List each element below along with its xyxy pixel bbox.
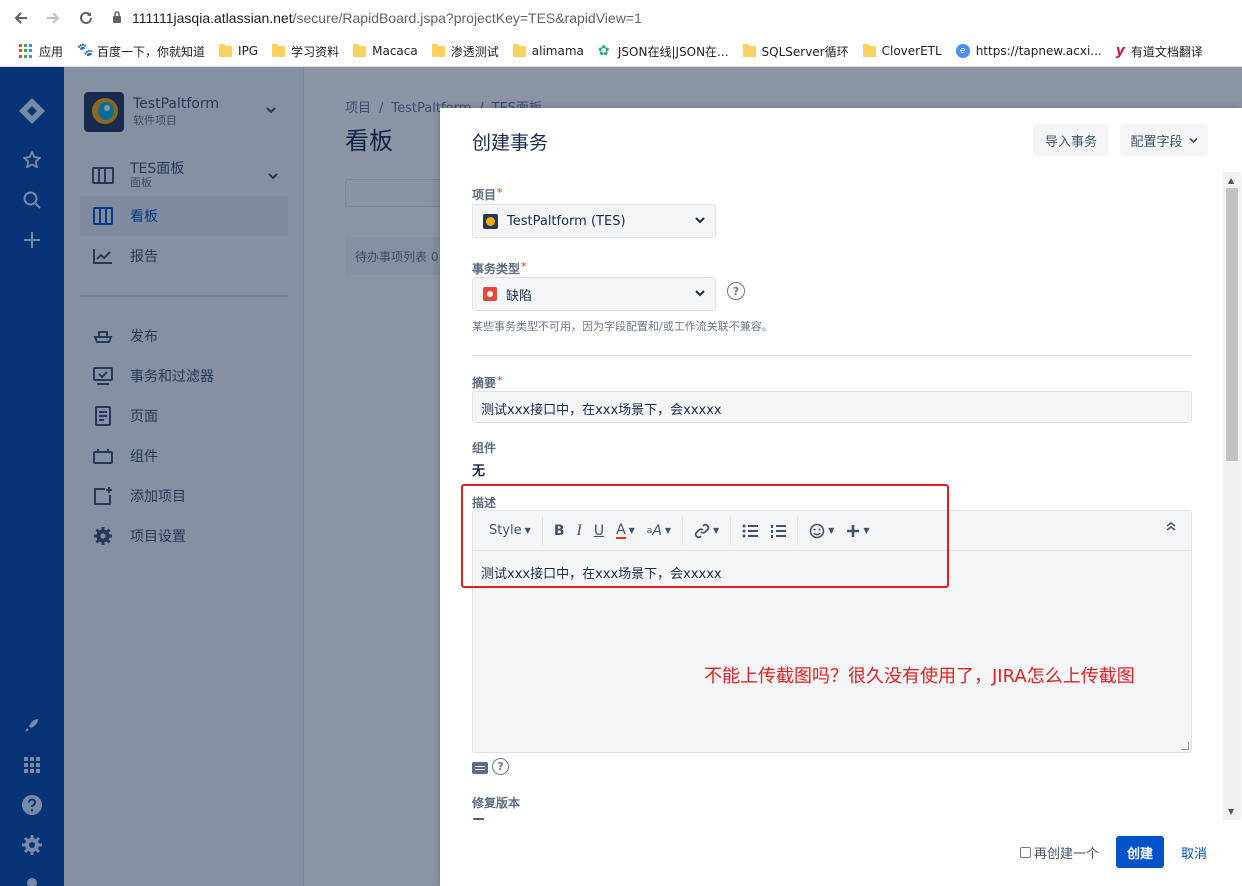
collapse-toolbar-icon[interactable]	[1165, 521, 1177, 534]
issuetype-select-value: 缺陷	[506, 288, 533, 304]
description-text: 测试xxx接口中，在xxx场景下，会xxxxx	[481, 567, 722, 582]
configure-fields-button[interactable]: 配置字段	[1120, 124, 1208, 156]
create-another-checkbox[interactable]: 再创建一个	[1020, 843, 1099, 862]
bookmark-tapnew[interactable]: e https://tapnew.acxi...	[949, 37, 1109, 65]
create-issue-dialog: 创建事务 导入事务 配置字段 项目* TestPaltform (TES) 事务…	[440, 108, 1242, 886]
folder-icon	[431, 43, 445, 57]
wiki-markup-icon[interactable]	[472, 762, 488, 774]
chevron-down-icon	[695, 287, 705, 300]
bookmark-youdao[interactable]: y 有道文档翻译	[1109, 37, 1210, 65]
description-editor[interactable]: Style ▼ B I U A ▼ a A ▼ ▼ ▼ ▼ 测试xxx接口中，在xxx场…	[472, 510, 1192, 753]
youdao-icon: y	[1115, 43, 1125, 59]
help-circle-icon[interactable]: ?	[727, 282, 745, 300]
dialog-scrollbar[interactable]: ▲ ▼	[1223, 172, 1241, 820]
italic-icon[interactable]: I	[570, 517, 587, 545]
folder-icon	[272, 43, 286, 57]
help-circle-icon[interactable]: ?	[492, 758, 509, 775]
address-bar[interactable]: 111111jasqia.atlassian.net/secure/RapidB…	[112, 4, 642, 32]
numbered-list-icon[interactable]	[764, 517, 792, 545]
bookmark-apps[interactable]: 应用	[12, 37, 70, 65]
baidu-paw-icon: 🐾	[77, 43, 94, 58]
bookmark-json[interactable]: ✿ JSON在线|JSON在...	[591, 37, 736, 65]
folder-icon	[742, 43, 756, 57]
bookmark-ipg[interactable]: IPG	[212, 37, 265, 65]
project-avatar-icon	[483, 213, 498, 229]
browser-toolbar: 111111jasqia.atlassian.net/secure/RapidB…	[0, 0, 1242, 36]
underline-icon[interactable]: U	[588, 517, 610, 545]
folder-icon	[862, 43, 876, 57]
checkbox-box[interactable]	[1020, 847, 1031, 858]
bug-icon	[483, 287, 497, 301]
summary-input[interactable]: 测试xxx接口中，在xxx场景下，会xxxxx	[472, 391, 1192, 423]
project-field-label: 项目*	[472, 186, 503, 202]
bookmark-alimama[interactable]: alimama	[506, 37, 591, 65]
dialog-footer: 再创建一个 创建 取消	[440, 820, 1242, 886]
import-issues-button[interactable]: 导入事务	[1033, 124, 1109, 156]
bookmark-macaca[interactable]: Macaca	[346, 37, 425, 65]
bookmark-clover[interactable]: CloverETL	[856, 37, 949, 65]
cancel-button[interactable]: 取消	[1172, 836, 1216, 868]
fixversion-field-label: 修复版本	[472, 796, 521, 810]
bold-icon[interactable]: B	[548, 517, 571, 545]
field-divider	[472, 355, 1192, 356]
project-select-value: TestPaltform (TES)	[507, 213, 626, 229]
reload-icon[interactable]	[71, 3, 101, 33]
folder-icon	[219, 43, 233, 57]
scroll-up-icon[interactable]: ▲	[1228, 176, 1234, 185]
editor-toolbar: Style ▼ B I U A ▼ a A ▼ ▼ ▼ ▼	[473, 511, 1191, 551]
issuetype-hint: 某些事务类型不可用，因为字段配置和/或工作流关联不兼容。	[472, 320, 773, 333]
bookmark-sqlserver[interactable]: SQLServer循环	[736, 37, 856, 65]
apps-grid-icon	[19, 44, 33, 58]
description-field-label: 描述	[472, 496, 497, 510]
create-button[interactable]: 创建	[1116, 836, 1164, 868]
lock-icon	[112, 10, 122, 26]
scrollbar-thumb[interactable]	[1226, 188, 1238, 461]
configure-fields-label: 配置字段	[1130, 134, 1183, 150]
bookmark-baidu[interactable]: 🐾 百度一下，你就知道	[70, 37, 212, 65]
component-value[interactable]: 无	[472, 460, 485, 479]
bookmark-pentest[interactable]: 渗透测试	[425, 37, 506, 65]
tapnew-icon: e	[955, 44, 970, 58]
create-another-label: 再创建一个	[1034, 847, 1100, 862]
chevron-down-icon	[1188, 133, 1198, 148]
link-icon[interactable]: ▼	[688, 517, 725, 545]
dialog-content: 项目* TestPaltform (TES) 事务类型* 缺陷 ? 某些事务类型…	[440, 170, 1224, 820]
text-color-icon[interactable]: A ▼	[610, 517, 641, 545]
folder-icon	[512, 43, 526, 57]
summary-field-label: 摘要*	[472, 374, 503, 390]
bookmarks-bar: 应用 🐾 百度一下，你就知道 IPG 学习资料 Macaca 渗透测试 alima…	[0, 36, 1242, 67]
url-path: /secure/RapidBoard.jspa?projectKey=TES&r…	[292, 10, 642, 26]
url-host: 111111jasqia.atlassian.net	[132, 10, 293, 26]
resize-handle[interactable]	[1181, 742, 1189, 750]
emoji-icon[interactable]: ▼	[803, 517, 840, 545]
folder-icon	[353, 43, 367, 57]
dialog-title: 创建事务	[472, 132, 549, 154]
style-dropdown[interactable]: Style ▼	[483, 517, 537, 545]
annotation-note: 不能上传截图吗？很久没有使用了，JIRA怎么上传截图	[704, 666, 1135, 687]
issuetype-select[interactable]: 缺陷	[472, 277, 716, 311]
project-select[interactable]: TestPaltform (TES)	[472, 204, 716, 238]
json-gear-icon: ✿	[597, 43, 610, 59]
bookmark-study[interactable]: 学习资料	[265, 37, 346, 65]
forward-arrow-icon[interactable]	[38, 3, 68, 33]
chevron-down-icon	[695, 214, 705, 227]
scroll-down-icon[interactable]: ▼	[1228, 807, 1234, 816]
text-format-icon[interactable]: a A ▼	[641, 517, 677, 545]
bullet-list-icon[interactable]	[736, 517, 764, 545]
issuetype-field-label: 事务类型*	[472, 260, 527, 276]
insert-plus-icon[interactable]: ▼	[840, 517, 875, 545]
back-arrow-icon[interactable]	[6, 3, 36, 33]
component-field-label: 组件	[472, 441, 497, 455]
